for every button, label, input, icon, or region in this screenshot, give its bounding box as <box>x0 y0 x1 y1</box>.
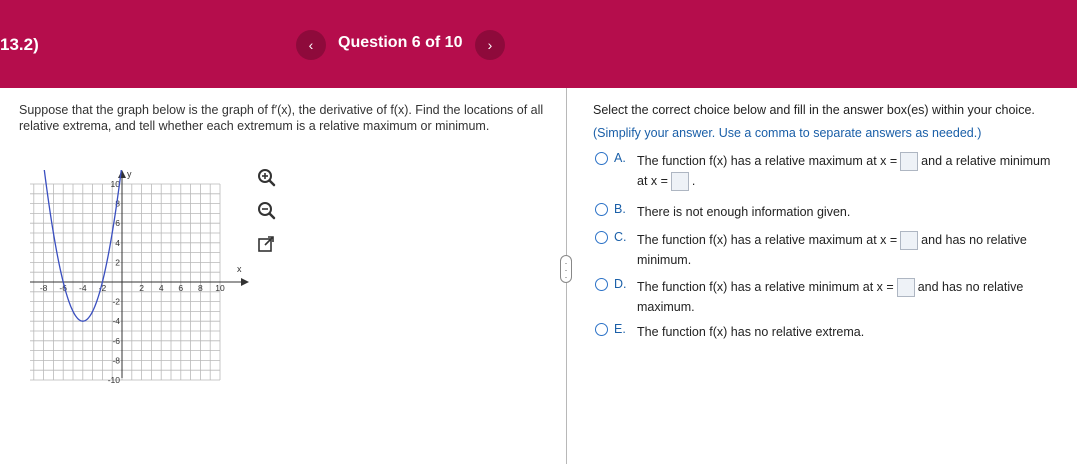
choice-a-max-input[interactable] <box>900 152 919 172</box>
pane-resize-handle[interactable]: · · · <box>560 255 572 283</box>
choice-a-text: The function f(x) has a relative maximum… <box>637 151 1057 192</box>
y-axis-arrow <box>118 170 126 178</box>
header-bar: 13.2) ‹ Question 6 of 10 › <box>0 0 1077 88</box>
question-title: Question 6 of 10 <box>338 34 463 51</box>
tick-label: -10 <box>108 375 121 385</box>
zoom-in-icon[interactable] <box>256 167 276 187</box>
choice-c-radio[interactable] <box>595 231 608 244</box>
tick-label: -2 <box>112 297 120 307</box>
choice-a-text-1: The function f(x) has a relative maximum… <box>637 154 898 168</box>
tick-label: -4 <box>112 316 120 326</box>
instructions-text: Select the correct choice below and fill… <box>593 103 1035 117</box>
section-id: 13.2) <box>0 35 39 54</box>
choice-b-text-1: There is not enough information given. <box>637 205 851 219</box>
tick-label: -6 <box>112 336 120 346</box>
tick-label: 4 <box>159 283 164 293</box>
choice-d-radio[interactable] <box>595 278 608 291</box>
x-axis-label: x <box>237 264 242 274</box>
tick-label: 10 <box>215 283 225 293</box>
previous-question-button[interactable]: ‹ <box>296 30 326 60</box>
choice-c-max-input[interactable] <box>900 231 919 251</box>
external-link-icon[interactable] <box>256 234 276 254</box>
simplify-note: (Simplify your answer. Use a comma to se… <box>593 126 982 140</box>
choice-c-text: The function f(x) has a relative maximum… <box>637 230 1057 270</box>
choice-e-letter: E. <box>614 322 626 336</box>
y-axis-label: y <box>127 170 132 179</box>
question-text: Suppose that the graph below is the grap… <box>19 102 549 134</box>
choice-b-text: There is not enough information given. <box>637 202 1057 222</box>
derivative-graph: x y -10-8-6-4-2246810108642-2-4-6-8-10 <box>30 170 249 385</box>
tick-label: 2 <box>115 257 120 267</box>
tick-label: 6 <box>178 283 183 293</box>
x-axis-arrow <box>241 278 249 286</box>
choice-a-radio[interactable] <box>595 152 608 165</box>
choice-a-text-3: . <box>691 174 696 189</box>
question-text-part1: Suppose that the graph below is the grap… <box>19 103 275 117</box>
choice-c-letter: C. <box>614 230 627 244</box>
choice-d-text-1: The function f(x) has a relative minimum… <box>637 280 894 294</box>
tick-label: 8 <box>198 283 203 293</box>
tick-label: 6 <box>115 218 120 228</box>
choice-b-radio[interactable] <box>595 203 608 216</box>
choice-a-min-input[interactable] <box>670 172 689 192</box>
tick-label: 2 <box>139 283 144 293</box>
choice-e-radio[interactable] <box>595 323 608 336</box>
tick-label: -8 <box>112 355 120 365</box>
zoom-out-icon[interactable] <box>256 200 276 220</box>
choice-d-letter: D. <box>614 277 627 291</box>
tick-label: 4 <box>115 238 120 248</box>
choice-d-min-input[interactable] <box>896 278 915 298</box>
choice-b-letter: B. <box>614 202 626 216</box>
choice-e-text: The function f(x) has no relative extrem… <box>637 322 1057 342</box>
choice-a-letter: A. <box>614 151 626 165</box>
choice-e-text-1: The function f(x) has no relative extrem… <box>637 325 865 339</box>
tick-label: -8 <box>40 283 48 293</box>
next-question-button[interactable]: › <box>475 30 505 60</box>
choice-d-text: The function f(x) has a relative minimum… <box>637 277 1057 317</box>
choice-c-text-1: The function f(x) has a relative maximum… <box>637 233 898 247</box>
tick-label: -4 <box>79 283 87 293</box>
